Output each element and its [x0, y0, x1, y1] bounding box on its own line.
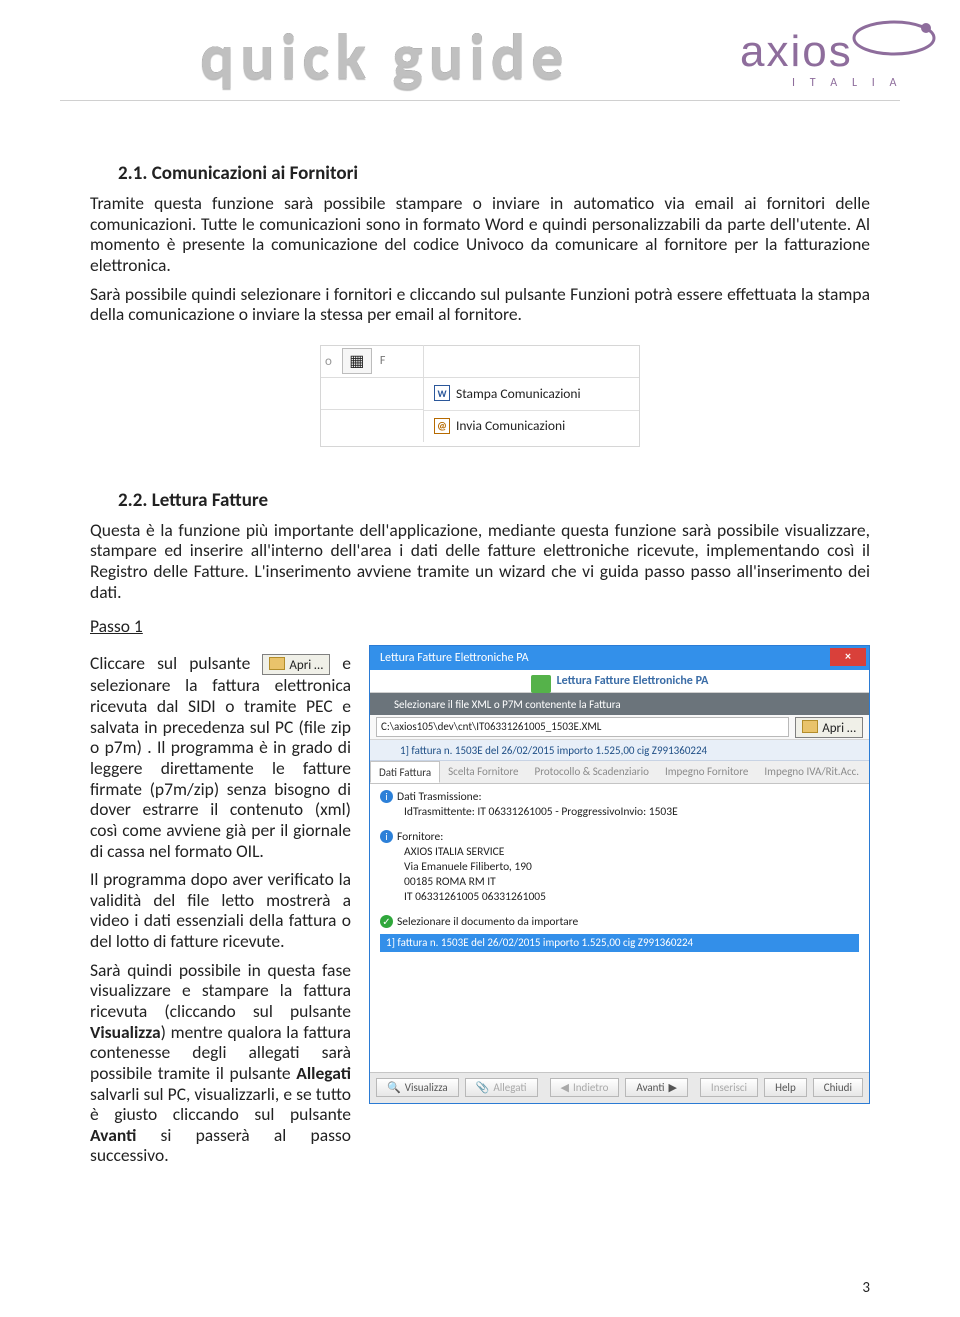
folder-icon — [269, 657, 285, 670]
import-icon — [531, 675, 551, 693]
tab-impegno-iva[interactable]: Impegno IVA/Rit.Acc. — [756, 761, 867, 783]
step-label: Passo 1 — [90, 616, 870, 637]
section-22-para-1: Questa è la funzione più importante dell… — [90, 520, 870, 603]
info-icon: i — [380, 830, 393, 843]
dialog-hint: Selezionare il file XML o P7M contenente… — [370, 693, 869, 715]
indietro-button[interactable]: ◀ Indietro — [550, 1078, 620, 1097]
label-trasmissione: Dati Trasmissione: — [397, 790, 482, 805]
tab-protocollo[interactable]: Protocollo & Scadenziario — [527, 761, 657, 783]
value-idtrasmittente: IdTrasmittente: IT 06331261005 - Proggre… — [380, 805, 859, 820]
file-path-field[interactable]: C:\axios105\dev\cnt\IT06331261005_1503E.… — [376, 717, 789, 737]
tab-impegno-fornitore[interactable]: Impegno Fornitore — [657, 761, 756, 783]
panel-dati-fattura: i Dati Trasmissione: IdTrasmittente: IT … — [370, 784, 869, 1072]
label-select-doc: Selezionare il documento da importare — [397, 915, 578, 930]
dialog-subtitle: Lettura Fatture Elettroniche PA — [370, 670, 869, 693]
page-number: 3 — [862, 1279, 870, 1297]
toolbar-icon-1: ▦ — [342, 348, 372, 374]
value-fornitore-addr: Via Emanuele Filiberto, 190 — [380, 860, 859, 875]
dialog-titlebar: Lettura Fatture Elettroniche PA × — [370, 646, 869, 670]
value-fornitore-name: AXIOS ITALIA SERVICE — [380, 845, 859, 860]
dialog-button-bar: 🔍 Visualizza 📎 Allegati ◀ Indietro Avant… — [370, 1072, 869, 1103]
document-header: quick guide axios I T A L I A — [0, 0, 960, 112]
value-fornitore-city: 00185 ROMA RM IT — [380, 875, 859, 890]
label-fornitore: Fornitore: — [397, 830, 443, 845]
inserisci-button[interactable]: Inserisci — [700, 1078, 758, 1097]
apri-button-inline[interactable]: Apri … — [262, 654, 330, 675]
header-divider — [60, 100, 900, 101]
brand-logo: axios I T A L I A — [726, 4, 936, 100]
file-summary: 1] fattura n. 1503E del 26/02/2015 impor… — [370, 740, 869, 761]
left-para-3: Sarà quindi possibile in questa fase vis… — [90, 960, 351, 1166]
apri-button[interactable]: Apri … — [795, 717, 863, 738]
wizard-dialog: Lettura Fatture Elettroniche PA × Lettur… — [369, 645, 870, 1104]
value-fornitore-vat: IT 06331261005 06331261005 — [380, 890, 859, 905]
brand-text: axios — [740, 27, 853, 76]
chiudi-button[interactable]: Chiudi — [813, 1078, 863, 1097]
left-column: Cliccare sul pulsante Apri … e seleziona… — [90, 645, 351, 1174]
email-icon: @ — [434, 418, 450, 434]
selected-invoice-row[interactable]: 1] fattura n. 1503E del 26/02/2015 impor… — [380, 934, 859, 952]
section-21-heading: 2.1. Comunicazioni ai Fornitori — [118, 162, 870, 185]
info-icon: i — [380, 790, 393, 803]
menu-item-stampa[interactable]: W Stampa Comunicazioni — [424, 377, 639, 411]
tab-dati-fattura[interactable]: Dati Fattura — [370, 761, 440, 783]
folder-icon — [802, 720, 818, 733]
help-button[interactable]: Help — [764, 1078, 807, 1097]
tab-strip: Dati Fattura Scelta Fornitore Protocollo… — [370, 761, 869, 784]
tab-scelta-fornitore[interactable]: Scelta Fornitore — [440, 761, 526, 783]
visualizza-button[interactable]: 🔍 Visualizza — [376, 1078, 459, 1097]
check-icon: ✓ — [380, 915, 393, 928]
svg-text:I T A L I A: I T A L I A — [792, 76, 902, 90]
context-menu-figure: o ▦ F W Stampa Comunicazioni @ Invia Com… — [320, 345, 640, 447]
word-icon: W — [434, 385, 450, 401]
guide-title: quick guide — [200, 18, 569, 96]
left-para-2: Il programma dopo aver verificato la val… — [90, 869, 351, 952]
section-21-para-1: Tramite questa funzione sarà possibile s… — [90, 193, 870, 276]
section-21-para-2: Sarà possibile quindi selezionare i forn… — [90, 284, 870, 325]
left-para-1: Cliccare sul pulsante Apri … e seleziona… — [90, 653, 351, 861]
allegati-button[interactable]: 📎 Allegati — [465, 1078, 538, 1097]
section-22-heading: 2.2. Lettura Fatture — [118, 489, 870, 512]
close-icon[interactable]: × — [830, 648, 866, 666]
avanti-button[interactable]: Avanti ▶ — [625, 1078, 688, 1097]
menu-item-invia[interactable]: @ Invia Comunicazioni — [424, 409, 639, 442]
dialog-title-text: Lettura Fatture Elettroniche PA — [380, 651, 529, 665]
